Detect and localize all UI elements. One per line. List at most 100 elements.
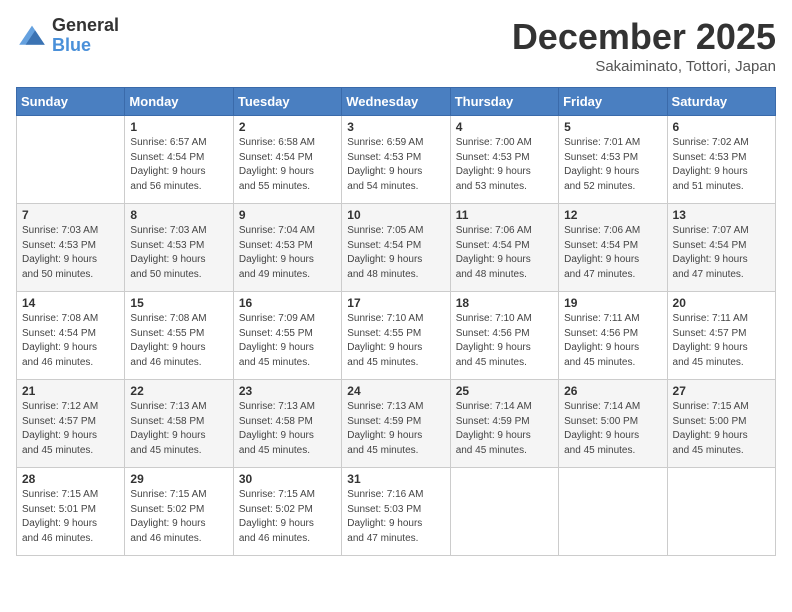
calendar-cell: 31Sunrise: 7:16 AM Sunset: 5:03 PM Dayli…	[342, 468, 450, 556]
logo-text: General Blue	[52, 16, 119, 56]
weekday-header: Friday	[559, 88, 667, 116]
day-number: 6	[673, 120, 770, 134]
day-number: 13	[673, 208, 770, 222]
calendar-cell	[450, 468, 558, 556]
day-number: 30	[239, 472, 336, 486]
day-number: 21	[22, 384, 119, 398]
calendar-cell: 6 Sunrise: 7:02 AM Sunset: 4:53 PM Daylig…	[667, 116, 775, 204]
weekday-header: Monday	[125, 88, 233, 116]
day-info: Sunrise: 7:04 AM Sunset: 4:53 PM Dayligh…	[239, 224, 336, 282]
calendar-cell: 18 Sunrise: 7:10 AM Sunset: 4:56 PM Dayli…	[450, 292, 558, 380]
title-block: December 2025 Sakaiminato, Tottori, Japa…	[512, 16, 776, 75]
day-info: Sunrise: 7:13 AM Sunset: 4:58 PM Dayligh…	[130, 400, 227, 458]
calendar-cell	[667, 468, 775, 556]
calendar-week-row: 14 Sunrise: 7:08 AM Sunset: 4:54 PM Dayli…	[17, 292, 776, 380]
day-info: Sunrise: 7:08 AM Sunset: 4:55 PM Dayligh…	[130, 312, 227, 370]
day-info: Sunrise: 7:09 AM Sunset: 4:55 PM Dayligh…	[239, 312, 336, 370]
day-number: 2	[239, 120, 336, 134]
calendar-cell: 4 Sunrise: 7:00 AM Sunset: 4:53 PM Daylig…	[450, 116, 558, 204]
day-number: 19	[564, 296, 661, 310]
day-info: Sunrise: 6:58 AM Sunset: 4:54 PM Dayligh…	[239, 136, 336, 194]
page-header: General Blue December 2025 Sakaiminato, …	[16, 16, 776, 75]
day-info: Sunrise: 7:13 AM Sunset: 4:59 PM Dayligh…	[347, 400, 444, 458]
calendar-cell: 29Sunrise: 7:15 AM Sunset: 5:02 PM Dayli…	[125, 468, 233, 556]
day-number: 1	[130, 120, 227, 134]
day-number: 5	[564, 120, 661, 134]
day-info: Sunrise: 7:10 AM Sunset: 4:55 PM Dayligh…	[347, 312, 444, 370]
calendar-cell: 26 Sunrise: 7:14 AM Sunset: 5:00 PM Dayli…	[559, 380, 667, 468]
day-number: 25	[456, 384, 553, 398]
calendar-cell: 13 Sunrise: 7:07 AM Sunset: 4:54 PM Dayli…	[667, 204, 775, 292]
day-number: 9	[239, 208, 336, 222]
day-number: 4	[456, 120, 553, 134]
calendar-cell: 15 Sunrise: 7:08 AM Sunset: 4:55 PM Dayli…	[125, 292, 233, 380]
day-info: Sunrise: 7:15 AM Sunset: 5:00 PM Dayligh…	[673, 400, 770, 458]
day-number: 18	[456, 296, 553, 310]
day-info: Sunrise: 7:15 AM Sunset: 5:02 PM Dayligh…	[130, 488, 227, 546]
calendar-week-row: 7 Sunrise: 7:03 AM Sunset: 4:53 PM Daylig…	[17, 204, 776, 292]
day-info: Sunrise: 7:15 AM Sunset: 5:01 PM Dayligh…	[22, 488, 119, 546]
day-info: Sunrise: 7:07 AM Sunset: 4:54 PM Dayligh…	[673, 224, 770, 282]
weekday-header-row: SundayMondayTuesdayWednesdayThursdayFrid…	[17, 88, 776, 116]
logo-icon	[16, 22, 48, 50]
calendar-table: SundayMondayTuesdayWednesdayThursdayFrid…	[16, 87, 776, 556]
day-number: 12	[564, 208, 661, 222]
day-number: 17	[347, 296, 444, 310]
month-title: December 2025	[512, 16, 776, 58]
calendar-cell: 8Sunrise: 7:03 AM Sunset: 4:53 PM Daylig…	[125, 204, 233, 292]
day-number: 14	[22, 296, 119, 310]
logo-general: General	[52, 16, 119, 36]
day-info: Sunrise: 7:14 AM Sunset: 5:00 PM Dayligh…	[564, 400, 661, 458]
calendar-cell: 28 Sunrise: 7:15 AM Sunset: 5:01 PM Dayli…	[17, 468, 125, 556]
day-number: 15	[130, 296, 227, 310]
calendar-cell: 12Sunrise: 7:06 AM Sunset: 4:54 PM Dayli…	[559, 204, 667, 292]
day-number: 11	[456, 208, 553, 222]
day-number: 31	[347, 472, 444, 486]
day-number: 26	[564, 384, 661, 398]
calendar-cell: 14 Sunrise: 7:08 AM Sunset: 4:54 PM Dayli…	[17, 292, 125, 380]
day-number: 3	[347, 120, 444, 134]
calendar-cell: 19 Sunrise: 7:11 AM Sunset: 4:56 PM Dayli…	[559, 292, 667, 380]
day-number: 28	[22, 472, 119, 486]
calendar-cell: 20Sunrise: 7:11 AM Sunset: 4:57 PM Dayli…	[667, 292, 775, 380]
calendar-week-row: 21Sunrise: 7:12 AM Sunset: 4:57 PM Dayli…	[17, 380, 776, 468]
day-info: Sunrise: 7:06 AM Sunset: 4:54 PM Dayligh…	[456, 224, 553, 282]
day-info: Sunrise: 7:11 AM Sunset: 4:56 PM Dayligh…	[564, 312, 661, 370]
calendar-cell: 23Sunrise: 7:13 AM Sunset: 4:58 PM Dayli…	[233, 380, 341, 468]
weekday-header: Sunday	[17, 88, 125, 116]
day-number: 20	[673, 296, 770, 310]
day-info: Sunrise: 7:08 AM Sunset: 4:54 PM Dayligh…	[22, 312, 119, 370]
calendar-cell	[559, 468, 667, 556]
calendar-cell: 21Sunrise: 7:12 AM Sunset: 4:57 PM Dayli…	[17, 380, 125, 468]
day-info: Sunrise: 7:02 AM Sunset: 4:53 PM Dayligh…	[673, 136, 770, 194]
location: Sakaiminato, Tottori, Japan	[512, 58, 776, 75]
logo-blue: Blue	[52, 36, 119, 56]
day-info: Sunrise: 7:00 AM Sunset: 4:53 PM Dayligh…	[456, 136, 553, 194]
calendar-cell: 2 Sunrise: 6:58 AM Sunset: 4:54 PM Daylig…	[233, 116, 341, 204]
calendar-cell: 27 Sunrise: 7:15 AM Sunset: 5:00 PM Dayli…	[667, 380, 775, 468]
day-info: Sunrise: 7:10 AM Sunset: 4:56 PM Dayligh…	[456, 312, 553, 370]
calendar-cell: 30 Sunrise: 7:15 AM Sunset: 5:02 PM Dayli…	[233, 468, 341, 556]
weekday-header: Saturday	[667, 88, 775, 116]
day-info: Sunrise: 7:05 AM Sunset: 4:54 PM Dayligh…	[347, 224, 444, 282]
day-info: Sunrise: 7:01 AM Sunset: 4:53 PM Dayligh…	[564, 136, 661, 194]
day-number: 22	[130, 384, 227, 398]
day-info: Sunrise: 7:15 AM Sunset: 5:02 PM Dayligh…	[239, 488, 336, 546]
calendar-cell: 24 Sunrise: 7:13 AM Sunset: 4:59 PM Dayli…	[342, 380, 450, 468]
day-info: Sunrise: 7:14 AM Sunset: 4:59 PM Dayligh…	[456, 400, 553, 458]
calendar-cell: 1Sunrise: 6:57 AM Sunset: 4:54 PM Daylig…	[125, 116, 233, 204]
calendar-week-row: 1Sunrise: 6:57 AM Sunset: 4:54 PM Daylig…	[17, 116, 776, 204]
day-number: 27	[673, 384, 770, 398]
calendar-cell	[17, 116, 125, 204]
weekday-header: Thursday	[450, 88, 558, 116]
day-info: Sunrise: 7:03 AM Sunset: 4:53 PM Dayligh…	[22, 224, 119, 282]
calendar-cell: 10Sunrise: 7:05 AM Sunset: 4:54 PM Dayli…	[342, 204, 450, 292]
logo: General Blue	[16, 16, 119, 56]
calendar-week-row: 28 Sunrise: 7:15 AM Sunset: 5:01 PM Dayli…	[17, 468, 776, 556]
calendar-cell: 11 Sunrise: 7:06 AM Sunset: 4:54 PM Dayli…	[450, 204, 558, 292]
calendar-cell: 5 Sunrise: 7:01 AM Sunset: 4:53 PM Daylig…	[559, 116, 667, 204]
weekday-header: Tuesday	[233, 88, 341, 116]
calendar-cell: 17 Sunrise: 7:10 AM Sunset: 4:55 PM Dayli…	[342, 292, 450, 380]
day-number: 24	[347, 384, 444, 398]
day-number: 7	[22, 208, 119, 222]
